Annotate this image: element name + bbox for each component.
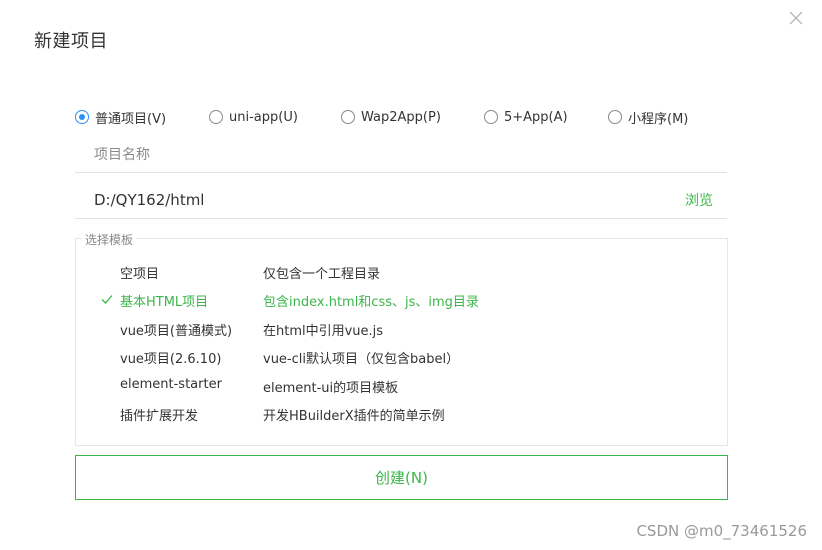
radio-mini-program[interactable]: 小程序(M) [608, 106, 688, 128]
project-path-input[interactable] [75, 182, 635, 218]
radio-wap2app[interactable]: Wap2App(P) [341, 106, 441, 128]
project-name-input[interactable] [75, 138, 727, 173]
template-name: 空项目 [120, 267, 160, 282]
template-legend: 选择模板 [82, 231, 137, 248]
template-item-vue-normal[interactable]: vue项目(普通模式) 在html中引用vue.js [76, 317, 727, 341]
template-name: vue项目(普通模式) [120, 324, 233, 339]
project-type-group: 普通项目(V) uni-app(U) Wap2App(P) 5+App(A) 小… [75, 106, 727, 128]
template-item-vue-cli[interactable]: vue项目(2.6.10) vue-cli默认项目（仅包含babel） [76, 345, 727, 369]
template-description: vue-cli默认项目（仅包含babel） [263, 352, 460, 367]
template-item-plugin-dev[interactable]: 插件扩展开发 开发HBuilderX插件的简单示例 [76, 402, 727, 426]
template-item-basic-html[interactable]: 基本HTML项目 包含index.html和css、js、img目录 [76, 288, 727, 312]
template-name: 插件扩展开发 [120, 409, 199, 424]
project-path-row: 浏览 [75, 182, 727, 219]
watermark-text: CSDN @m0_73461526 [636, 522, 807, 540]
checkmark-icon [100, 292, 114, 306]
create-button[interactable]: 创建(N) [75, 455, 728, 500]
radio-normal-project[interactable]: 普通项目(V) [75, 106, 166, 128]
close-icon[interactable] [786, 8, 806, 28]
dialog-title: 新建项目 [34, 31, 108, 52]
radio-label: 5+App(A) [504, 109, 568, 125]
template-description: 开发HBuilderX插件的简单示例 [263, 409, 445, 424]
radio-label: uni-app(U) [229, 109, 298, 125]
radio-button[interactable] [484, 110, 498, 124]
radio-label: Wap2App(P) [361, 109, 441, 125]
template-name: element-starter [120, 377, 222, 392]
template-name: vue项目(2.6.10) [120, 352, 222, 367]
template-description: 在html中引用vue.js [263, 324, 384, 339]
template-description: element-ui的项目模板 [263, 381, 399, 396]
radio-button[interactable] [209, 110, 223, 124]
radio-button[interactable] [75, 110, 89, 124]
template-description: 仅包含一个工程目录 [263, 267, 381, 282]
radio-label: 小程序(M) [628, 111, 689, 127]
browse-button[interactable]: 浏览 [685, 190, 713, 210]
template-item-element-starter[interactable]: element-starter element-ui的项目模板 [76, 374, 727, 398]
radio-button[interactable] [341, 110, 355, 124]
template-description: 包含index.html和css、js、img目录 [263, 295, 479, 310]
radio-button[interactable] [608, 110, 622, 124]
radio-5plus-app[interactable]: 5+App(A) [484, 106, 568, 128]
template-item-empty[interactable]: 空项目 仅包含一个工程目录 [76, 260, 727, 284]
template-list: 选择模板 空项目 仅包含一个工程目录 基本HTML项目 包含index.html… [75, 231, 728, 446]
new-project-dialog: 新建项目 普通项目(V) uni-app(U) Wap2App(P) 5+App… [0, 0, 822, 550]
radio-uni-app[interactable]: uni-app(U) [209, 106, 298, 128]
radio-label: 普通项目(V) [95, 111, 167, 127]
template-name: 基本HTML项目 [120, 295, 209, 310]
